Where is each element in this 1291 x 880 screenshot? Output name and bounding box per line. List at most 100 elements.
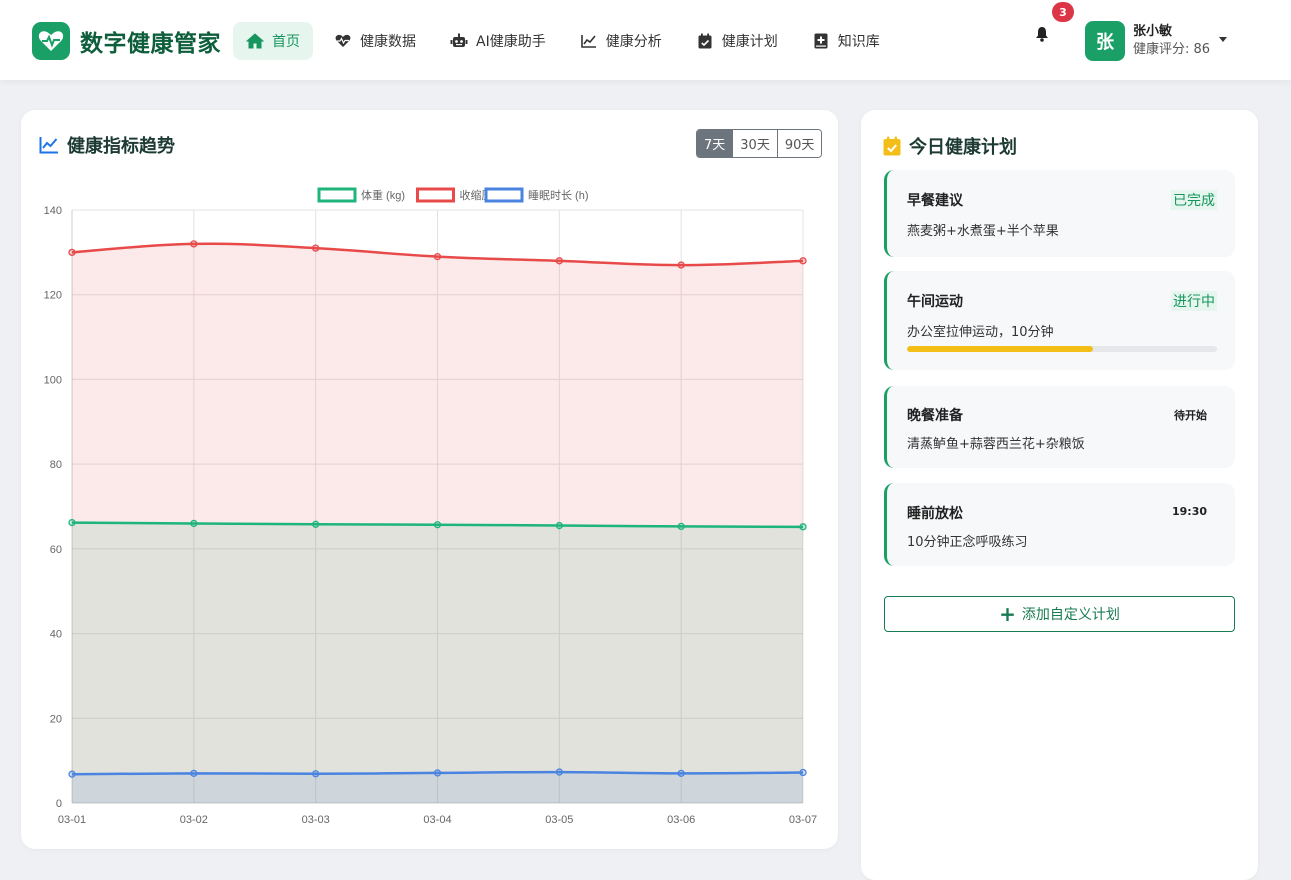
x-tick-label: 03-03 (302, 814, 330, 826)
trend-card: 健康指标趋势 7天 30天 90天 0 20 40 60 80 100 120 140 03-0… (21, 110, 838, 849)
series-area (72, 522, 803, 803)
data-point (555, 257, 563, 265)
user-name: 张小敏 (1133, 24, 1173, 39)
book-medical-icon (812, 32, 830, 50)
progress-bar (907, 346, 1217, 352)
data-point (190, 519, 198, 528)
y-tick-label: 100 (44, 374, 62, 386)
plan-card-title: 今日健康计划 (883, 133, 1017, 159)
nav-label: 健康分析 (605, 34, 662, 50)
nav-item-ai-assistant[interactable]: AI健康助手 (437, 22, 559, 60)
data-point (799, 768, 807, 777)
y-tick-label: 40 (50, 629, 62, 641)
plan-desc: 办公室拉伸运动，10分钟 (907, 325, 1054, 340)
trend-chart: 0 20 40 60 80 100 120 140 03-01 03-02 03-03 03-04 03… (44, 187, 817, 826)
data-point (799, 523, 807, 531)
data-point (190, 769, 198, 777)
health-score: 健康评分: 86 (1133, 42, 1211, 57)
legend-label: 睡眠时长 (h) (528, 189, 589, 202)
y-tick-label: 20 (50, 713, 62, 725)
y-tick-label: 0 (56, 798, 62, 810)
y-tick-label: 140 (44, 205, 62, 217)
data-point (312, 770, 320, 778)
today-plan-card: 今日健康计划 早餐建议 已完成 燕麦粥+水煮蛋+半个苹果 午间运动 进行中 办公… (861, 110, 1258, 880)
plan-name: 睡前放松 (907, 506, 963, 522)
data-point (799, 257, 807, 265)
plan-title-text: 今日健康计划 (909, 137, 1017, 158)
data-point (68, 518, 76, 527)
home-icon (246, 32, 264, 50)
x-tick-label: 03-06 (667, 814, 695, 826)
nav-label: 首页 (272, 34, 300, 50)
user-info: 张小敏 健康评分: 86 (1133, 23, 1210, 59)
plan-item-exercise[interactable]: 午间运动 进行中 办公室拉伸运动，10分钟 (884, 271, 1235, 370)
data-point (312, 244, 320, 252)
y-tick-label: 60 (50, 544, 62, 556)
nav-label: 健康计划 (721, 34, 778, 50)
x-tick-label: 03-04 (423, 814, 451, 826)
user-menu[interactable]: 张 张小敏 健康评分: 86 (1085, 21, 1210, 61)
data-point (677, 769, 685, 777)
progress-fill (907, 346, 1093, 352)
data-point (68, 248, 76, 257)
data-point (677, 522, 685, 531)
series-area (72, 772, 803, 803)
nav-label: 健康数据 (360, 34, 416, 50)
y-tick-label: 120 (44, 290, 62, 302)
data-point (190, 240, 198, 248)
data-point (433, 521, 442, 529)
plan-item-dinner[interactable]: 晚餐准备 待开始 清蒸鲈鱼+蒜蓉西兰花+杂粮饭 (884, 386, 1235, 468)
data-point (433, 769, 442, 777)
top-navbar: 数字健康管家 首页 健康数据 AI健康助手 健康分析 健康计划 知识库 3 张 … (0, 0, 1291, 80)
data-point (677, 261, 685, 269)
nav-item-health-data[interactable]: 健康数据 (321, 22, 429, 60)
plus-icon: + (999, 602, 1016, 626)
plan-desc: 燕麦粥+水煮蛋+半个苹果 (907, 224, 1059, 239)
nav-item-home[interactable]: 首页 (233, 22, 313, 60)
heart-pulse-icon (32, 22, 70, 60)
legend-swatch (317, 187, 357, 203)
calendar-check-icon (696, 32, 714, 50)
plan-name: 早餐建议 (907, 193, 963, 209)
brand-name: 数字健康管家 (80, 31, 221, 57)
x-tick-label: 03-02 (180, 814, 208, 826)
calendar-check-icon (883, 136, 901, 156)
chevron-down-icon[interactable] (1219, 37, 1227, 42)
legend-label: 体重 (kg) (361, 188, 405, 202)
plan-name: 午间运动 (907, 294, 963, 310)
plan-time: 19:30 (1171, 505, 1207, 518)
nav-label: 知识库 (837, 34, 880, 50)
data-point (68, 770, 76, 778)
x-tick-label: 03-01 (58, 814, 86, 826)
add-custom-plan-button[interactable]: + 添加自定义计划 (884, 596, 1235, 632)
brand[interactable]: 数字健康管家 (32, 22, 221, 60)
x-tick-label: 03-07 (789, 814, 817, 826)
heartbeat-icon (334, 32, 352, 50)
notification-badge: 3 (1052, 2, 1074, 22)
avatar: 张 (1085, 21, 1125, 61)
legend-swatch (484, 187, 524, 203)
robot-icon (450, 32, 468, 50)
data-point (555, 521, 563, 530)
main-nav: 首页 健康数据 AI健康助手 健康分析 健康计划 知识库 (233, 22, 901, 60)
y-tick-label: 80 (50, 459, 62, 471)
legend-swatch (416, 187, 455, 203)
plan-item-relax[interactable]: 睡前放松 19:30 10分钟正念呼吸练习 (884, 483, 1235, 566)
status-badge: 进行中 (1171, 291, 1217, 311)
data-point (433, 252, 442, 261)
data-point (555, 768, 563, 776)
chart-line-icon (580, 32, 598, 50)
bell-icon[interactable] (1030, 22, 1054, 46)
nav-item-knowledge[interactable]: 知识库 (799, 22, 893, 60)
nav-item-analysis[interactable]: 健康分析 (567, 22, 675, 60)
plan-desc: 清蒸鲈鱼+蒜蓉西兰花+杂粮饭 (907, 437, 1085, 452)
plan-name: 晚餐准备 (907, 408, 963, 424)
status-badge: 已完成 (1171, 190, 1217, 210)
plan-desc: 10分钟正念呼吸练习 (907, 535, 1028, 550)
x-tick-label: 03-05 (545, 814, 573, 826)
nav-label: AI健康助手 (476, 34, 546, 50)
data-point (312, 520, 320, 528)
status-badge: 待开始 (1174, 409, 1207, 422)
nav-item-plan[interactable]: 健康计划 (683, 22, 791, 60)
plan-item-breakfast[interactable]: 早餐建议 已完成 燕麦粥+水煮蛋+半个苹果 (884, 170, 1235, 257)
